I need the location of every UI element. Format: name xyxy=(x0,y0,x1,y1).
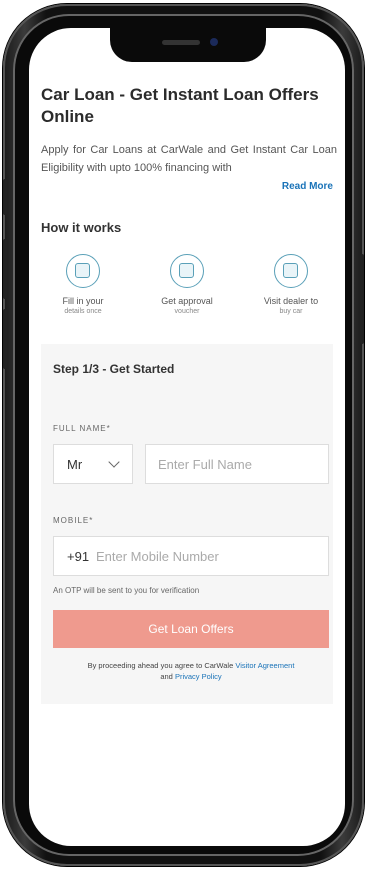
phone-frame: Car Loan - Get Instant Loan Offers Onlin… xyxy=(3,4,364,866)
full-name-input[interactable] xyxy=(145,444,329,484)
camera-icon xyxy=(210,38,218,46)
car-dealer-icon xyxy=(274,254,308,288)
how-it-works-heading: How it works xyxy=(41,220,122,235)
step-fill-details: Fill in your details once xyxy=(33,254,133,317)
mobile-input[interactable] xyxy=(96,537,326,575)
phone-screen: Car Loan - Get Instant Loan Offers Onlin… xyxy=(29,28,345,846)
power-button xyxy=(360,254,364,344)
read-more-link[interactable]: Read More xyxy=(282,181,333,192)
step-title: Fill in your xyxy=(62,296,104,306)
form-icon xyxy=(66,254,100,288)
step-heading: Step 1/3 - Get Started xyxy=(53,362,175,376)
country-code: +91 xyxy=(67,549,90,564)
agreement-and: and xyxy=(160,672,173,681)
visitor-agreement-link[interactable]: Visitor Agreement xyxy=(235,661,294,670)
full-name-label: FULL NAME* xyxy=(53,424,111,433)
step-title: Visit dealer to xyxy=(263,296,319,306)
page-description: Apply for Car Loans at CarWale and Get I… xyxy=(41,144,337,174)
step-subtitle: details once xyxy=(64,308,102,315)
salutation-value: Mr xyxy=(67,457,83,472)
step-subtitle: voucher xyxy=(174,308,200,315)
step-title: Get approval xyxy=(161,296,213,306)
mute-switch xyxy=(3,179,7,215)
notch xyxy=(110,28,266,62)
chevron-down-icon xyxy=(108,456,120,468)
speaker-icon xyxy=(162,40,200,45)
volume-down-button xyxy=(3,309,7,369)
mobile-label: MOBILE* xyxy=(53,516,94,525)
agreement-prefix: By proceeding ahead you agree to CarWale xyxy=(87,661,234,670)
agreement-text: By proceeding ahead you agree to CarWale… xyxy=(53,660,329,682)
step-subtitle: buy car xyxy=(279,308,303,315)
mobile-field[interactable]: +91 xyxy=(53,536,329,576)
otp-note: An OTP will be sent to you for verificat… xyxy=(53,586,200,595)
volume-up-button xyxy=(3,239,7,299)
step-get-approval: Get approval voucher xyxy=(137,254,237,317)
page-title: Car Loan - Get Instant Loan Offers Onlin… xyxy=(41,85,319,126)
get-loan-offers-button[interactable]: Get Loan Offers xyxy=(53,610,329,648)
voucher-icon xyxy=(170,254,204,288)
step-visit-dealer: Visit dealer to buy car xyxy=(241,254,341,317)
loan-form-panel: Step 1/3 - Get Started FULL NAME* Mr MOB… xyxy=(41,344,333,704)
privacy-policy-link[interactable]: Privacy Policy xyxy=(175,672,222,681)
salutation-select[interactable]: Mr xyxy=(53,444,133,484)
